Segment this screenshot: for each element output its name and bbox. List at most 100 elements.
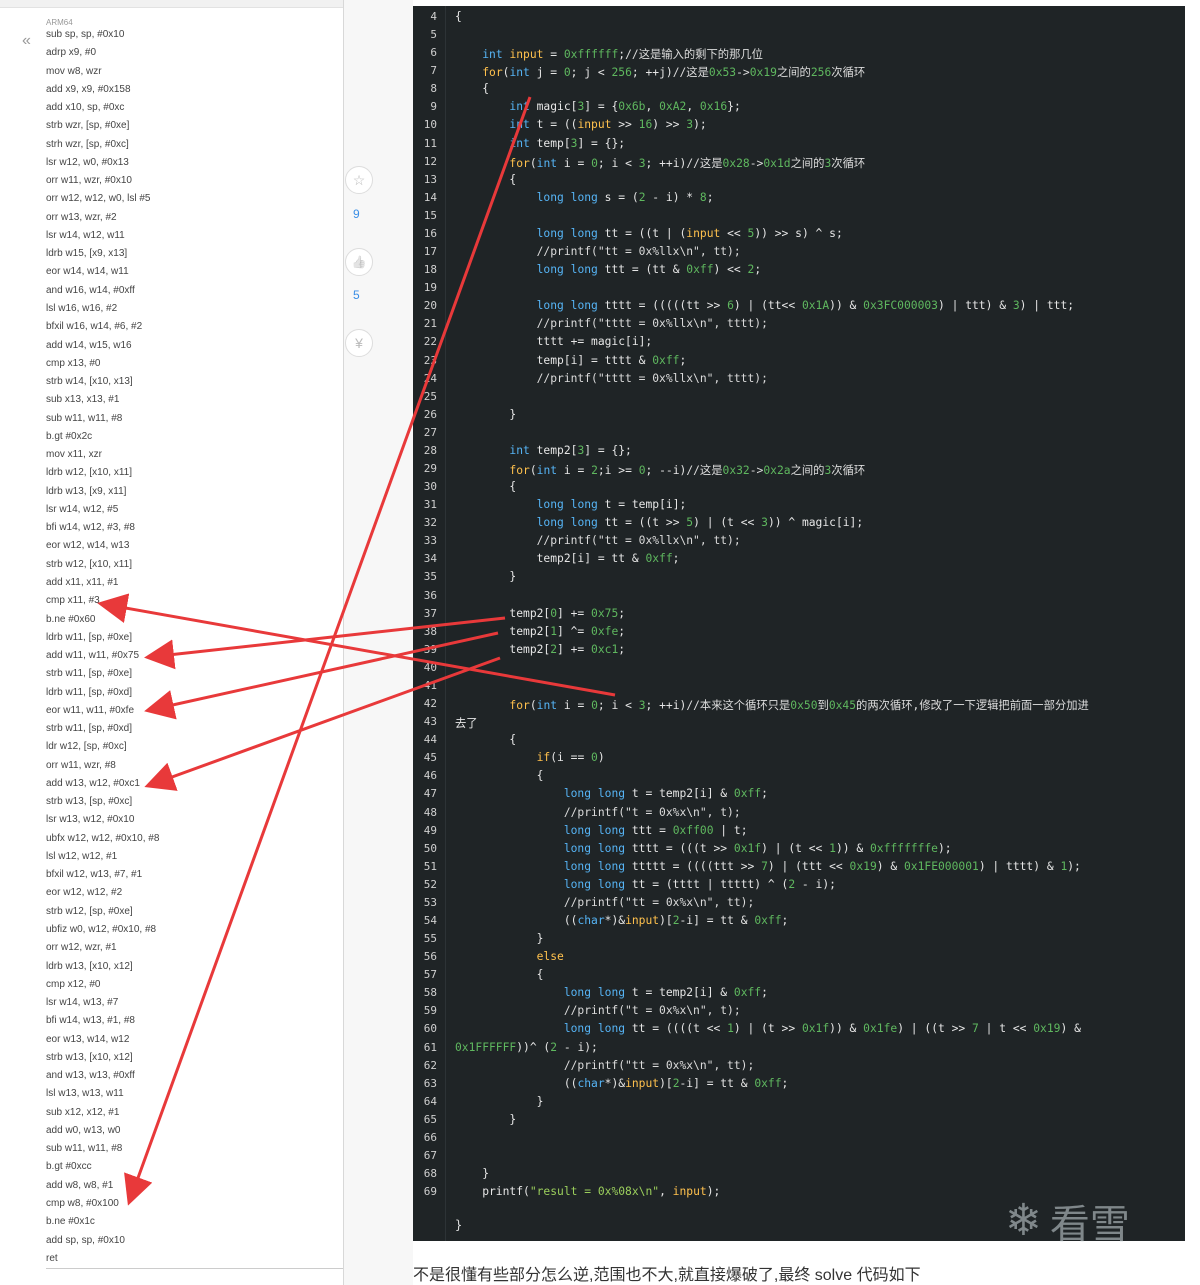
line-number: 12 bbox=[423, 154, 437, 168]
line-number: 8 bbox=[430, 82, 437, 96]
line-number: 45 bbox=[423, 751, 437, 765]
line-number: 21 bbox=[423, 317, 437, 331]
line-number: 7 bbox=[430, 64, 437, 78]
code-text: long long t = temp2[i] & 0xff; bbox=[563, 986, 768, 1000]
asm-instruction: add w8, w8, #1 bbox=[46, 1179, 114, 1191]
code-line: 54 ((char*)&input)[2-i] = tt & 0xff; bbox=[413, 911, 1185, 929]
code-line: 60 long long tt = ((((t << 1) | (t >> 0x… bbox=[413, 1019, 1185, 1037]
line-number: 20 bbox=[423, 299, 437, 313]
reward-button[interactable]: ¥ bbox=[345, 329, 373, 357]
code-text: long long s = (2 - i) * 8; bbox=[536, 190, 714, 204]
asm-instruction: add x9, x9, #0x158 bbox=[46, 83, 131, 95]
line-number: 46 bbox=[423, 769, 437, 783]
code-line: 23 temp[i] = tttt & 0xff; bbox=[413, 351, 1185, 369]
line-number: 6 bbox=[430, 46, 437, 60]
line-number: 13 bbox=[423, 172, 437, 186]
code-line: 49 long long ttt = 0xff00 | t; bbox=[413, 821, 1185, 839]
code-line: 19 bbox=[413, 278, 1185, 296]
article-paragraph: 不是很懂有些部分怎么逆,范围也不大,就直接爆破了,最终 solve 代码如下 bbox=[413, 1267, 921, 1284]
line-number: 42 bbox=[423, 697, 437, 711]
asm-instruction: orr w11, wzr, #8 bbox=[46, 759, 116, 771]
asm-instruction: eor w12, w14, w13 bbox=[46, 540, 130, 552]
code-line: 26 } bbox=[413, 405, 1185, 423]
asm-instruction: mov x11, xzr bbox=[46, 449, 102, 461]
code-line: 37 temp2[0] += 0x75; bbox=[413, 604, 1185, 622]
code-text: int temp[3] = {}; bbox=[509, 136, 626, 150]
code-line: 36 bbox=[413, 586, 1185, 604]
collapse-panel-icon[interactable]: « bbox=[22, 32, 31, 50]
code-line: 59 //printf("t = 0x%x\n", t); bbox=[413, 1001, 1185, 1019]
asm-instruction: add w0, w13, w0 bbox=[46, 1124, 121, 1136]
code-line: 61 0x1FFFFFF))^ (2 - i); bbox=[413, 1038, 1185, 1056]
code-line: 52 long long tt = (tttt | ttttt) ^ (2 - … bbox=[413, 875, 1185, 893]
asm-instruction: eor w11, w11, #0xfe bbox=[46, 704, 135, 716]
code-line: 24 //printf("tttt = 0x%llx\n", tttt); bbox=[413, 369, 1185, 387]
code-text: temp2[0] += 0x75; bbox=[455, 606, 626, 620]
code-text: } bbox=[455, 407, 517, 421]
asm-instruction: strb w11, [sp, #0xd] bbox=[46, 723, 132, 735]
line-number: 11 bbox=[423, 136, 437, 150]
code-text: long long t = temp[i]; bbox=[536, 498, 687, 512]
code-line: 39 temp2[2] += 0xc1; bbox=[413, 640, 1185, 658]
asm-instruction: ldrb w12, [x10, x11] bbox=[46, 467, 132, 479]
asm-instruction: ldrb w15, [x9, x13] bbox=[46, 248, 128, 260]
snowflake-icon: ❄ bbox=[1005, 1196, 1042, 1245]
line-number: 27 bbox=[423, 425, 437, 439]
line-number: 37 bbox=[423, 606, 437, 620]
code-text: { bbox=[455, 82, 490, 96]
asm-instruction: sub sp, sp, #0x10 bbox=[46, 29, 125, 40]
favorite-button[interactable]: ☆ bbox=[345, 166, 373, 194]
code-text: for(int j = 0; j < 256; ++j)//这是0x53->0x… bbox=[482, 66, 866, 80]
code-line: 47 long long t = temp2[i] & 0xff; bbox=[413, 784, 1185, 802]
asm-instruction: orr w12, w12, w0, lsl #5 bbox=[46, 193, 151, 205]
code-line: 57 { bbox=[413, 965, 1185, 983]
code-line: 9 int magic[3] = {0x6b, 0xA2, 0x16}; bbox=[413, 97, 1185, 115]
code-line: 5 bbox=[413, 25, 1185, 43]
code-text: //printf("tttt = 0x%llx\n", tttt); bbox=[536, 371, 768, 385]
code-text: temp[i] = tttt & 0xff; bbox=[455, 353, 687, 367]
line-number: 4 bbox=[430, 10, 437, 23]
line-number: 62 bbox=[423, 1058, 437, 1072]
code-text: //printf("tt = 0x%llx\n", tt); bbox=[536, 534, 741, 548]
line-number: 23 bbox=[423, 353, 437, 367]
code-text: long long tttt = (((((tt >> 6) | (tt<< 0… bbox=[536, 299, 1075, 313]
code-line: 28 int temp2[3] = {}; bbox=[413, 441, 1185, 459]
asm-instruction: cmp x11, #3 bbox=[46, 595, 100, 607]
line-number: 43 bbox=[423, 715, 437, 729]
code-line: 56 else bbox=[413, 947, 1185, 965]
line-number: 69 bbox=[423, 1185, 437, 1199]
kanxue-watermark: ❄ 看雪 bbox=[1005, 1192, 1130, 1250]
assembly-panel-divider bbox=[46, 1268, 343, 1269]
code-line: 58 long long t = temp2[i] & 0xff; bbox=[413, 983, 1185, 1001]
asm-instruction: ldr w12, [sp, #0xc] bbox=[46, 741, 127, 753]
asm-instruction: lsr w14, w12, #5 bbox=[46, 503, 119, 515]
code-text: //printf("tt = 0x%llx\n", tt); bbox=[536, 245, 741, 259]
code-text: //printf("t = 0x%x\n", t); bbox=[563, 1004, 741, 1018]
code-text: { bbox=[455, 968, 544, 982]
line-number: 56 bbox=[423, 950, 437, 964]
code-line: 21 //printf("tttt = 0x%llx\n", tttt); bbox=[413, 314, 1185, 332]
code-line: 46 { bbox=[413, 766, 1185, 784]
asm-instruction: bfxil w16, w14, #6, #2 bbox=[46, 321, 143, 333]
line-number: 5 bbox=[430, 28, 437, 42]
line-number: 16 bbox=[423, 226, 437, 240]
line-number: 51 bbox=[423, 859, 437, 873]
asm-instruction: orr w11, wzr, #0x10 bbox=[46, 175, 132, 187]
asm-instruction: add w11, w11, #0x75 bbox=[46, 650, 140, 662]
like-button[interactable]: 👍 bbox=[345, 248, 373, 276]
code-text: { bbox=[455, 769, 544, 783]
code-line: 8 { bbox=[413, 79, 1185, 97]
line-number: 18 bbox=[423, 263, 437, 277]
line-number: 63 bbox=[423, 1076, 437, 1090]
code-text: printf("result = 0x%08x\n", input); bbox=[455, 1185, 721, 1199]
asm-instruction: cmp w8, #0x100 bbox=[46, 1198, 119, 1209]
code-text: { bbox=[455, 480, 517, 494]
architecture-label: ARM64 bbox=[46, 18, 73, 27]
asm-instruction: ubfiz w0, w12, #0x10, #8 bbox=[46, 924, 157, 936]
line-number: 57 bbox=[423, 968, 437, 982]
asm-instruction: b.ne #0x60 bbox=[46, 613, 96, 625]
code-text: long long t = temp2[i] & 0xff; bbox=[563, 787, 768, 801]
asm-instruction: orr w13, wzr, #2 bbox=[46, 211, 117, 223]
asm-instruction: strh wzr, [sp, #0xc] bbox=[46, 138, 129, 150]
code-text: //printf("t = 0x%x\n", t); bbox=[563, 805, 741, 819]
